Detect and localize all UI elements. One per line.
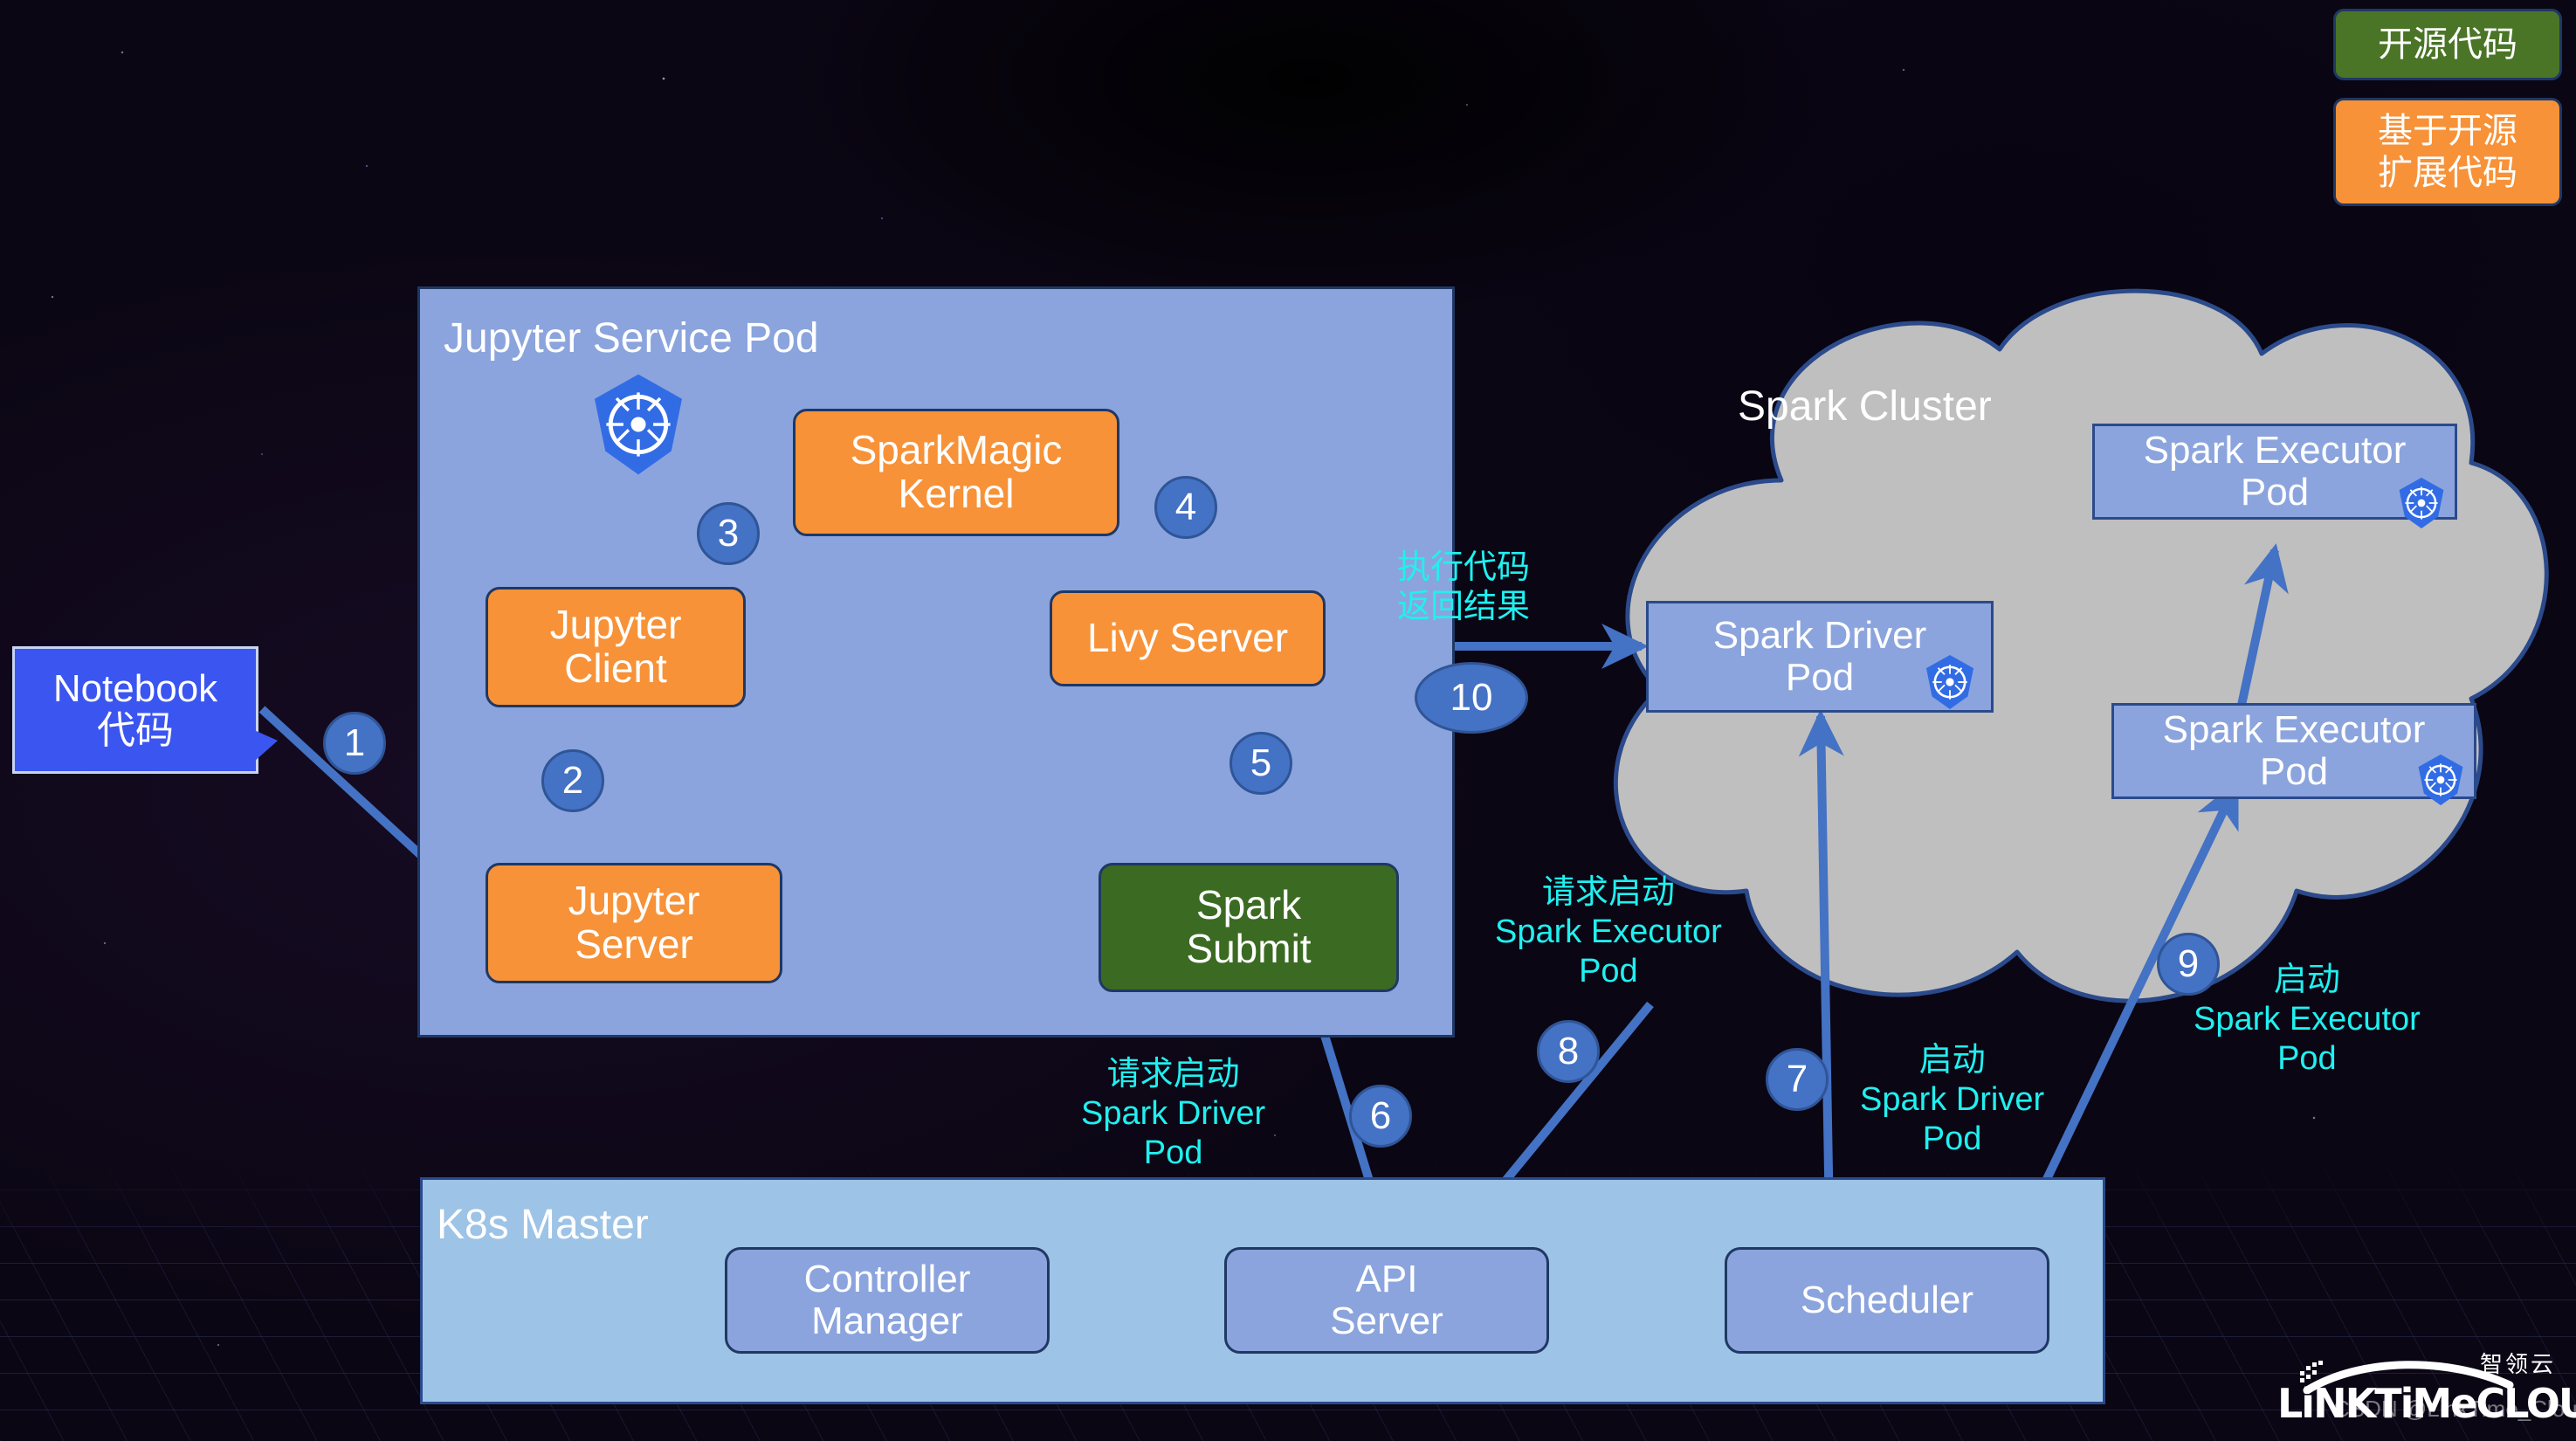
annotation-request-start-driver: 请求启动 Spark Driver Pod xyxy=(1081,1056,1266,1171)
annotation-exec-return: 执行代码 返回结果 xyxy=(1397,549,1531,625)
spark-executor-pod-2-label: Spark Executor Pod xyxy=(2162,708,2426,793)
diagram-canvas: Jupyter Service Pod Jupyter Server Jupyt… xyxy=(0,0,2576,1441)
step-badge-5: 5 xyxy=(1229,732,1292,795)
jupyter-server-label: Jupyter Server xyxy=(568,878,700,967)
csdn-watermark: CSDN @LinkTime_Cloud xyxy=(2333,1396,2576,1422)
jupyter-server-node[interactable]: Jupyter Server xyxy=(486,863,782,983)
annotation-request-start-executor: 请求启动 Spark Executor Pod xyxy=(1495,874,1722,989)
livy-server-node[interactable]: Livy Server xyxy=(1050,590,1326,686)
legend-open-source: 开源代码 xyxy=(2333,9,2562,80)
api-server-label: API Server xyxy=(1330,1258,1443,1342)
legend-extended-code-label: 基于开源 扩展代码 xyxy=(2378,112,2517,192)
kubernetes-icon xyxy=(2399,477,2444,529)
step-badge-6: 6 xyxy=(1349,1085,1412,1148)
notebook-callout-tail xyxy=(246,727,278,769)
kubernetes-icon xyxy=(1925,654,1974,710)
notebook-subtitle-label: 代码 xyxy=(97,709,174,752)
spark-submit-label: Spark Submit xyxy=(1186,882,1312,971)
annotation-start-executor: 启动 Spark Executor Pod xyxy=(2194,962,2421,1077)
api-server-node[interactable]: API Server xyxy=(1224,1247,1549,1354)
controller-manager-label: Controller Manager xyxy=(803,1258,971,1342)
legend-extended-code: 基于开源 扩展代码 xyxy=(2333,98,2562,206)
livy-server-label: Livy Server xyxy=(1086,615,1289,661)
kubernetes-icon xyxy=(2418,754,2463,806)
notebook-callout[interactable]: Notebook 代码 xyxy=(12,646,258,774)
logo-chinese-name: 智领云 xyxy=(2480,1351,2557,1377)
jupyter-client-node[interactable]: Jupyter Client xyxy=(486,587,746,707)
sparkmagic-kernel-node[interactable]: SparkMagic Kernel xyxy=(793,409,1119,536)
controller-manager-node[interactable]: Controller Manager xyxy=(725,1247,1050,1354)
legend-open-source-label: 开源代码 xyxy=(2378,25,2517,64)
scheduler-node[interactable]: Scheduler xyxy=(1725,1247,2049,1354)
step-badge-8: 8 xyxy=(1537,1020,1600,1083)
step-badge-2: 2 xyxy=(541,749,604,812)
k8s-master-title: K8s Master xyxy=(437,1202,649,1248)
spark-driver-pod-label: Spark Driver Pod xyxy=(1712,614,1927,699)
step-badge-1: 1 xyxy=(323,712,386,775)
kubernetes-icon xyxy=(594,374,683,475)
step-badge-7: 7 xyxy=(1766,1048,1829,1111)
notebook-title-label: Notebook xyxy=(52,666,218,710)
spark-cluster-title: Spark Cluster xyxy=(1738,383,1992,430)
jupyter-client-label: Jupyter Client xyxy=(549,602,682,691)
spark-submit-node[interactable]: Spark Submit xyxy=(1099,863,1399,992)
spark-executor-pod-1-label: Spark Executor Pod xyxy=(2143,429,2407,514)
sparkmagic-kernel-label: SparkMagic Kernel xyxy=(850,427,1063,516)
step-badge-10: 10 xyxy=(1415,662,1528,734)
annotation-start-driver: 启动 Spark Driver Pod xyxy=(1860,1042,2045,1157)
scheduler-label: Scheduler xyxy=(1800,1279,1974,1322)
step-badge-4: 4 xyxy=(1154,476,1217,539)
jupyter-service-pod-title: Jupyter Service Pod xyxy=(444,315,819,362)
step-badge-3: 3 xyxy=(697,502,760,565)
